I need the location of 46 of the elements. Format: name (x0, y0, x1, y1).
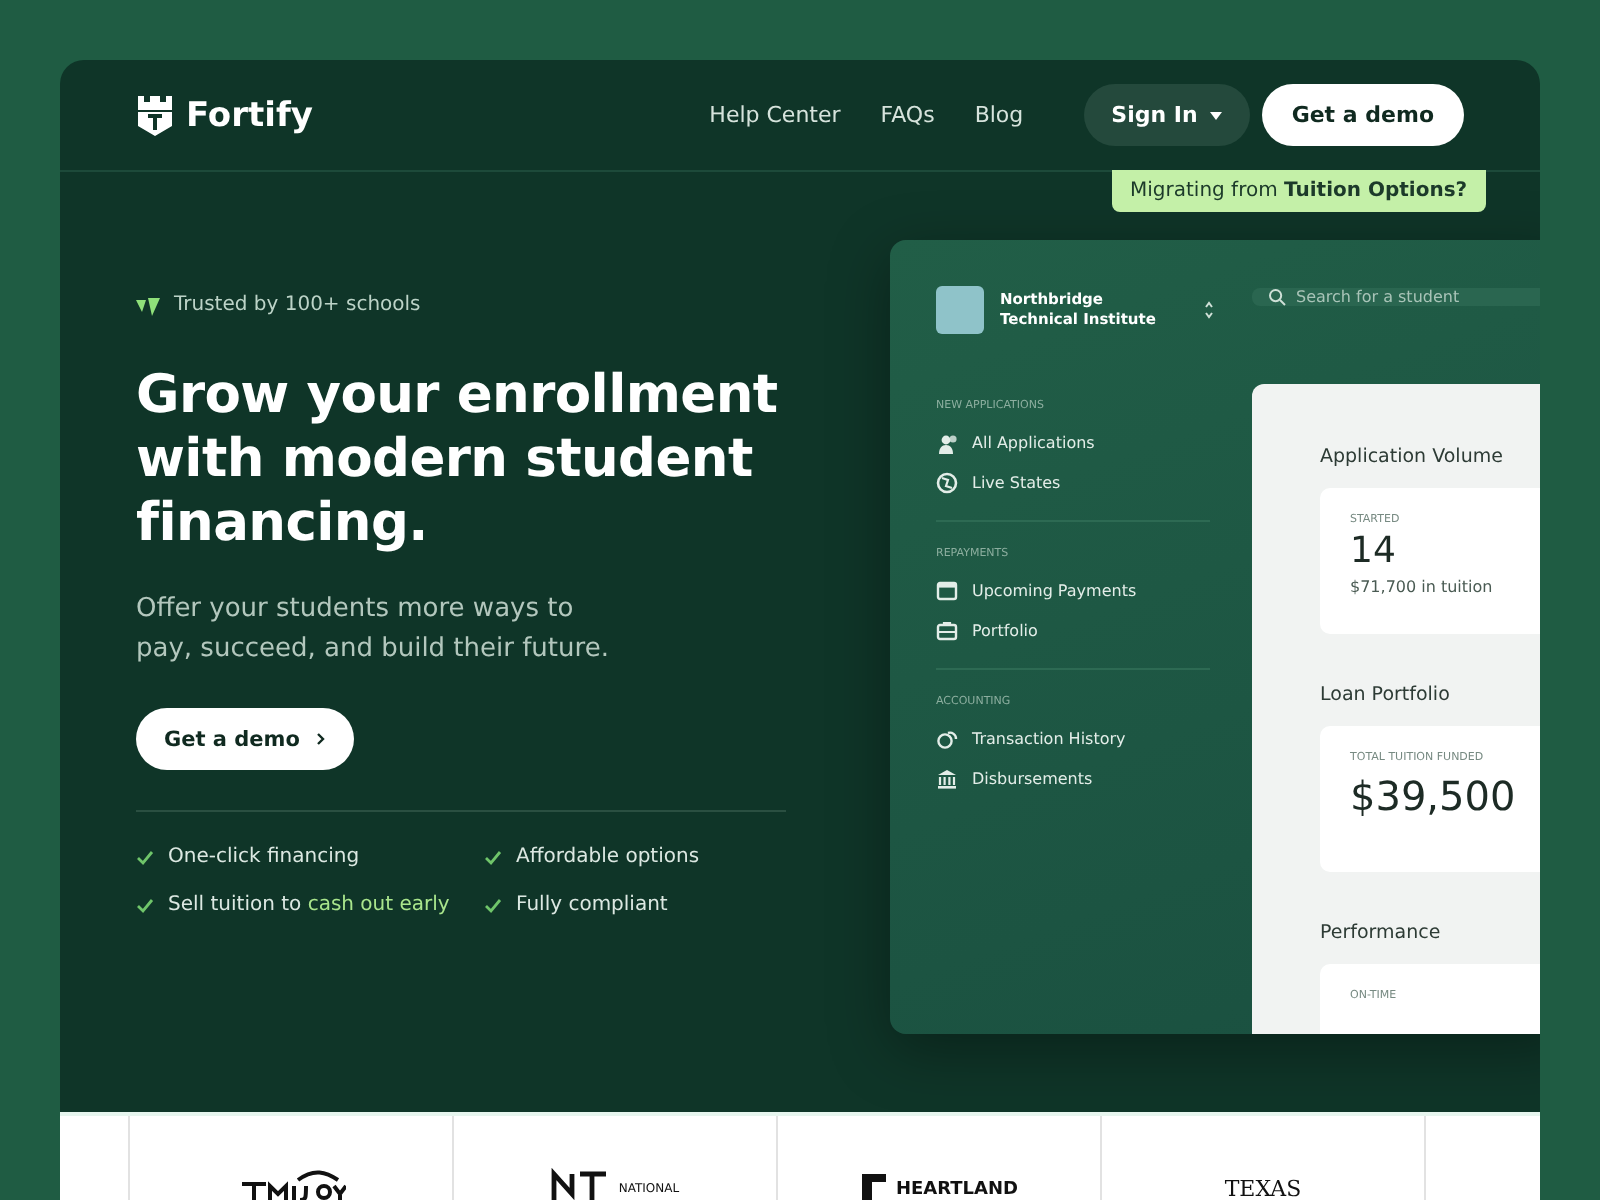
calendar-icon (936, 579, 958, 601)
sign-in-button[interactable]: Sign In (1083, 84, 1250, 146)
sidebar-item[interactable]: All Applications (936, 422, 1210, 462)
trust-text: Trusted by 100+ schools (174, 294, 421, 316)
nav-link[interactable]: FAQs (880, 102, 935, 128)
chevron-icon (315, 732, 326, 746)
chevrons-icon[interactable] (1204, 300, 1214, 320)
migration-tooltip[interactable]: Migrating from Tuition Options? (1112, 170, 1486, 212)
hero-headline: Grow your enrollment with modern student financing. (136, 364, 780, 556)
feature-text: Affordable options (516, 846, 700, 868)
feature-text: Fully compliant (516, 894, 668, 916)
school-logo (237, 1168, 345, 1200)
panel-title: Application Volume (1320, 446, 1505, 468)
stat-value: 14 (1350, 530, 1398, 572)
caret-icon (1209, 111, 1222, 119)
feature-text: One-click financing (168, 846, 360, 868)
check-icon (484, 849, 502, 865)
history-icon (936, 727, 958, 749)
sidebar-item[interactable]: Transaction History (936, 718, 1210, 758)
school-logo: TEXAS (1224, 1180, 1302, 1200)
hero-subtext: Offer your students more ways to pay, succeed, and build their future. (136, 592, 611, 668)
school-avatar (936, 286, 984, 334)
nav-link[interactable]: Help Center (709, 102, 841, 128)
sidebar-item[interactable]: Disbursements (936, 758, 1210, 798)
briefcase-icon (936, 619, 958, 641)
sidebar-item[interactable]: Portfolio (936, 610, 1210, 650)
check-icon (136, 849, 154, 865)
demo-button[interactable]: Get a demo (1261, 84, 1464, 146)
panel-title: Performance (1320, 922, 1443, 944)
sidebar-item[interactable]: Upcoming Payments (936, 570, 1210, 610)
castle-icon (136, 95, 174, 135)
school-logo: HEARTLAND (859, 1172, 1018, 1200)
check-icon (136, 897, 154, 913)
stat-value: $39,500 (1350, 772, 1518, 820)
stat-note: $71,700 in tuition (1350, 578, 1495, 596)
demo-button[interactable]: Get a demo (136, 708, 354, 770)
panel-title: Loan Portfolio (1320, 684, 1452, 706)
people-icon (936, 431, 958, 453)
brand-name: Fortify (186, 95, 313, 135)
bank-icon (936, 767, 958, 789)
sidebar-item[interactable]: Live States (936, 462, 1210, 502)
search-icon (1268, 288, 1286, 306)
check-icon (484, 897, 502, 913)
search-field[interactable]: Search for a student (1252, 288, 1540, 306)
feature-text: Sell tuition to cash out early (168, 894, 450, 916)
nav-link[interactable]: Blog (974, 102, 1024, 128)
